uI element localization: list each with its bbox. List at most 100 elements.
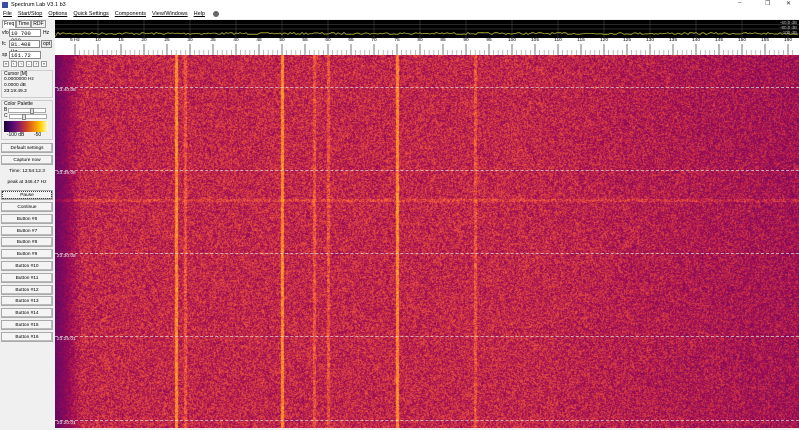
vfo-label: vfo — [2, 30, 9, 36]
button-13[interactable]: Button #12 — [1, 284, 53, 295]
freq-label: 5 Hz — [70, 38, 80, 43]
menu-components[interactable]: Components — [115, 11, 146, 17]
button-9[interactable]: Button #8 — [1, 237, 53, 248]
freq-label: 135 — [668, 38, 678, 43]
palette-max: -50 — [33, 132, 42, 138]
freq-label: 70 — [371, 38, 377, 43]
freq-label: 80 — [417, 38, 423, 43]
menu-bar: File Start/Stop Options Quick Settings C… — [0, 9, 799, 19]
menu-start-stop[interactable]: Start/Stop — [18, 11, 42, 17]
button-14[interactable]: Button #13 — [1, 296, 53, 307]
freq-label: 110 — [554, 38, 562, 43]
freq-label: 95 — [486, 38, 492, 43]
opt-button[interactable]: opt — [41, 40, 52, 48]
freq-label: 60 — [325, 38, 331, 43]
freq-label: 115 — [577, 38, 585, 43]
window-title: Spectrum Lab V3.1 b3 — [11, 1, 66, 8]
spectrum-trace — [54, 31, 799, 38]
time-label: 23:40:08 — [57, 88, 76, 93]
freq-label: 40 — [233, 38, 239, 43]
continue-button[interactable]: Continue — [1, 202, 53, 212]
freq-label: 130 — [645, 38, 655, 43]
spectrum-graph[interactable]: -60.0 dB -80.0 dB -100 dB — [54, 20, 799, 38]
button-12[interactable]: Button #11 — [1, 272, 53, 283]
brightness-slider[interactable] — [8, 107, 47, 114]
freq-label: 100 — [507, 38, 517, 43]
tab-freq[interactable]: Freq — [2, 20, 17, 28]
button-7[interactable]: Button #6 — [1, 213, 53, 224]
control-panel: Freq Time RDF vfo10 700 000Hz fc81.408 H… — [0, 19, 54, 428]
sp-input[interactable]: 161.72 Hz — [9, 51, 41, 66]
peak-display: peak at 346.47 Hz — [7, 180, 47, 186]
title-bar: Spectrum Lab V3.1 b3 – ❐ ✕ — [0, 0, 799, 9]
color-palette-group: Color Palette B C -100 dB -50 — [1, 100, 53, 140]
fc-label: fc — [2, 41, 6, 47]
time-label: 23:30:08 — [57, 254, 76, 259]
sp-label: sp — [2, 52, 8, 58]
minimize-button[interactable]: – — [738, 0, 741, 6]
app-icon — [2, 1, 8, 8]
time-display: Time: 12:54:12.3 — [9, 168, 45, 174]
freq-label: 145 — [714, 38, 724, 43]
freq-label: 105 — [530, 38, 540, 43]
button-11[interactable]: Button #10 — [1, 261, 53, 271]
step-left-small-button[interactable]: ‹ — [18, 61, 25, 67]
capture-now-button[interactable]: Capture now — [1, 154, 53, 165]
zoom-out-button[interactable]: - — [25, 61, 32, 67]
tab-time[interactable]: Time — [16, 20, 32, 28]
step-fast-left-button[interactable]: « — [3, 61, 9, 67]
freq-label: 90 — [463, 38, 469, 43]
time-label: 23:35:08 — [57, 171, 76, 176]
freq-label: 10 — [95, 38, 101, 43]
freq-label: 85 — [440, 38, 446, 43]
step-fast-right-button[interactable]: » — [40, 61, 47, 67]
restore-button[interactable]: ❐ — [765, 0, 770, 7]
waterfall-display[interactable]: 23:40:08 23:35:08 23:30:08 23:25:01 23:20:01 — [55, 55, 799, 428]
vfo-input[interactable]: 10 700 000 — [9, 29, 41, 44]
time-marker-line — [55, 420, 799, 421]
tab-rdf[interactable]: RDF — [31, 20, 46, 28]
freq-label: 50 — [279, 38, 285, 43]
button-16[interactable]: Button #15 — [1, 320, 53, 330]
freq-label: 160 — [783, 38, 793, 43]
step-right-button[interactable]: › — [33, 61, 40, 67]
freq-label: 140 — [691, 38, 701, 43]
status-indicator-icon — [212, 11, 219, 17]
fc-input[interactable]: 81.408 Hz — [8, 40, 41, 55]
time-marker-line — [55, 87, 799, 88]
menu-view-windows[interactable]: View/Windows — [152, 11, 188, 17]
freq-label: 30 — [187, 38, 193, 43]
db-label-bottom: -100 dB — [781, 30, 797, 35]
close-button[interactable]: ✕ — [786, 0, 791, 7]
menu-help[interactable]: Help — [194, 11, 205, 17]
freq-label: 20 — [141, 38, 147, 43]
color-palette-bar[interactable] — [4, 121, 48, 132]
freq-label: 150 — [737, 38, 747, 43]
button-8[interactable]: Button #7 — [1, 225, 53, 236]
time-label: 23:20:01 — [57, 421, 76, 426]
time-marker-line — [55, 253, 799, 254]
freq-label: 125 — [622, 38, 632, 43]
menu-quick-settings[interactable]: Quick Settings — [73, 11, 108, 17]
menu-options[interactable]: Options — [48, 11, 67, 17]
pause-button[interactable]: Pause — [1, 190, 53, 201]
contrast-slider[interactable] — [8, 113, 47, 120]
button-15[interactable]: Button #14 — [1, 308, 53, 319]
time-label: 23:25:01 — [57, 337, 76, 342]
frequency-scale[interactable]: 5 Hz 10 15 20 25 30 35 40 45 50 55 60 65 70 75 80 85 90 95… — [55, 38, 799, 55]
freq-label: 45 — [256, 38, 262, 43]
freq-label: 120 — [599, 38, 609, 43]
cursor-group: Cursor [M] 0.0000000 Hz 0.0000 dB 23:19:… — [1, 70, 53, 98]
default-settings-button[interactable]: Default settings — [1, 143, 53, 153]
freq-label: 15 — [118, 38, 124, 43]
freq-label: 55 — [302, 38, 308, 43]
menu-file[interactable]: File — [3, 11, 12, 17]
step-left-button[interactable]: ‹ — [10, 61, 17, 67]
freq-label: 155 — [760, 38, 770, 43]
cursor-time: 23:19:49.3 — [4, 89, 27, 94]
button-10[interactable]: Button #9 — [1, 249, 53, 260]
freq-label: 35 — [210, 38, 216, 43]
button-17[interactable]: Button #16 — [1, 331, 53, 342]
palette-min: -100 dB — [6, 132, 25, 138]
time-marker-line — [55, 170, 799, 171]
